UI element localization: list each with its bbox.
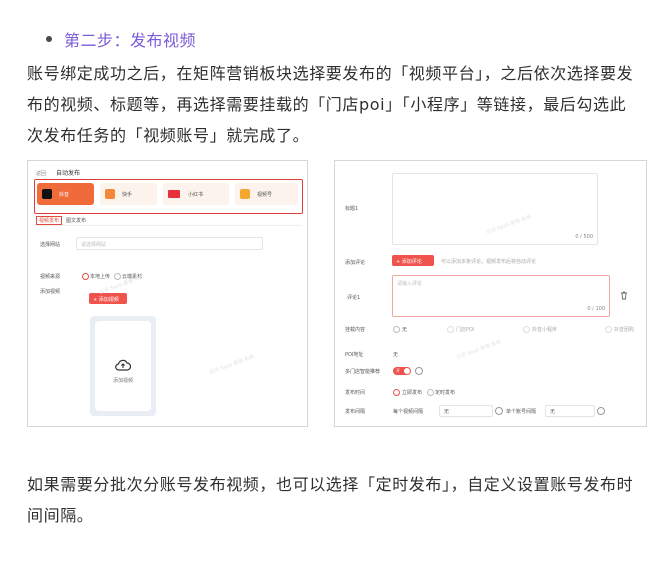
upload-text: 添加视频: [113, 378, 134, 384]
screenshot-publish-settings: 标题1 0 / 500 添加评论 + 添加评论 可以添加多条评论，视频发布后将自…: [334, 160, 647, 427]
radio-groupbuy[interactable]: [605, 326, 612, 333]
platform-douyin[interactable]: 抖音: [37, 183, 94, 205]
title-textarea[interactable]: 0 / 500: [392, 173, 598, 245]
interval-label: 发布间隔: [345, 409, 366, 415]
add-comment-button[interactable]: + 添加评论: [392, 255, 434, 266]
shipinhao-icon: [240, 189, 250, 199]
mount-label: 挂载内容: [345, 327, 366, 333]
comment-hint: 可以添加多条评论，视频发布后将自动评论: [441, 259, 537, 265]
upload-cloud-icon: [115, 359, 131, 371]
select-site-label: 选择网站: [40, 242, 61, 248]
interval-per-account-select[interactable]: 无: [545, 405, 595, 417]
store-recommend-label: 多门店智能推荐: [345, 369, 381, 375]
radio-immediate[interactable]: [393, 389, 400, 396]
platform-kuaishou[interactable]: 快手: [100, 183, 157, 205]
delete-icon[interactable]: [620, 291, 628, 300]
publish-time-label: 发布时间: [345, 390, 366, 396]
poi-value: 无: [393, 352, 399, 358]
toggle-knob: [404, 368, 410, 374]
interval-per-account-value: 无: [550, 409, 556, 415]
help-icon[interactable]: [415, 367, 423, 375]
interval-per-account-label: 单个账号间隔: [506, 409, 537, 415]
video-source-label: 视频来源: [40, 274, 61, 280]
radio-none[interactable]: [393, 326, 400, 333]
radio-poi[interactable]: [447, 326, 454, 333]
watermark: 日讯 SaaS 营销 系统: [455, 339, 503, 361]
toggle-label: 开: [396, 368, 400, 373]
interval-per-video-value: 无: [444, 409, 450, 415]
bullet-dot: [46, 36, 52, 42]
publish-scheduled-label: 定时发布: [435, 390, 456, 396]
radio-local[interactable]: [82, 273, 89, 280]
mount-poi-label: 门店POI: [456, 327, 475, 333]
tab-image-text[interactable]: 图文发布: [66, 217, 86, 224]
shot-title: 自动发布: [56, 170, 81, 177]
platform-label: 抖音: [59, 192, 70, 198]
title-counter: 0 / 500: [575, 234, 593, 240]
platform-label: 快手: [122, 192, 133, 198]
content-tabs: 视频发布 图文发布: [34, 216, 301, 226]
publish-immediate-label: 立即发布: [402, 390, 423, 396]
site-select[interactable]: 请选择网站: [76, 237, 263, 250]
comment-label: 添加评论: [345, 260, 366, 266]
interval-per-video-select[interactable]: 无: [439, 405, 493, 417]
upload-card[interactable]: 添加视频: [95, 321, 151, 411]
add-video-button[interactable]: + 添加视频: [89, 293, 127, 304]
mount-miniapp-label: 抖音小程序: [532, 327, 558, 333]
kuaishou-icon: [105, 189, 115, 199]
title1-label: 标题1: [345, 206, 359, 212]
platform-label: 小红书: [188, 192, 204, 198]
platform-shipinhao[interactable]: 视频号: [235, 183, 298, 205]
clock-icon: [495, 407, 503, 415]
poi-label: POI地址: [345, 352, 364, 358]
mount-none-label: 无: [402, 327, 408, 333]
upload-area[interactable]: 添加视频: [90, 316, 156, 416]
radio-miniapp[interactable]: [523, 326, 530, 333]
add-comment-button-label: + 添加评论: [396, 259, 422, 265]
douyin-icon: [42, 189, 52, 199]
radio-cloud[interactable]: [114, 273, 121, 280]
screenshot-platform-select: 返回 自动发布 抖音 快手 小红书 视频号 视频发布 图文发布 选择网站 请选择…: [27, 160, 308, 427]
step-bullet: 第二步：发布视频: [46, 27, 196, 51]
breadcrumb-back[interactable]: 返回: [36, 170, 46, 177]
add-video-button-label: + 添加视频: [93, 297, 119, 303]
add-video-label: 添加视频: [40, 289, 61, 295]
site-select-placeholder: 请选择网站: [81, 242, 107, 248]
comment1-counter: 0 / 100: [587, 306, 605, 312]
watermark: 日讯 SaaS 营销 系统: [208, 354, 256, 376]
platform-label: 视频号: [257, 192, 273, 198]
xiaohongshu-icon: [168, 190, 180, 198]
mount-groupbuy-label: 抖音团购: [614, 327, 635, 333]
tab-video[interactable]: 视频发布: [36, 216, 63, 225]
help-icon[interactable]: [597, 407, 605, 415]
comment1-placeholder: 请输入评论: [397, 281, 423, 287]
paragraph-scheduled-publish: 如果需要分批次分账号发布视频，也可以选择「定时发布」，自定义设置账号发布时间间隔…: [27, 475, 634, 525]
comment1-textarea[interactable]: 请输入评论 0 / 100: [392, 275, 610, 317]
store-recommend-toggle[interactable]: 开: [393, 367, 411, 375]
platform-xiaohongshu[interactable]: 小红书: [163, 183, 229, 205]
interval-per-video-label: 每个视频间隔: [393, 409, 424, 415]
radio-scheduled[interactable]: [427, 389, 434, 396]
comment1-label: 评论1: [347, 295, 361, 301]
paragraph-publish-steps: 账号绑定成功之后，在矩阵营销板块选择要发布的「视频平台」，之后依次选择要发布的视…: [27, 64, 634, 145]
step-heading: 第二步：发布视频: [64, 31, 197, 50]
source-local-label: 本地上传: [90, 274, 111, 280]
